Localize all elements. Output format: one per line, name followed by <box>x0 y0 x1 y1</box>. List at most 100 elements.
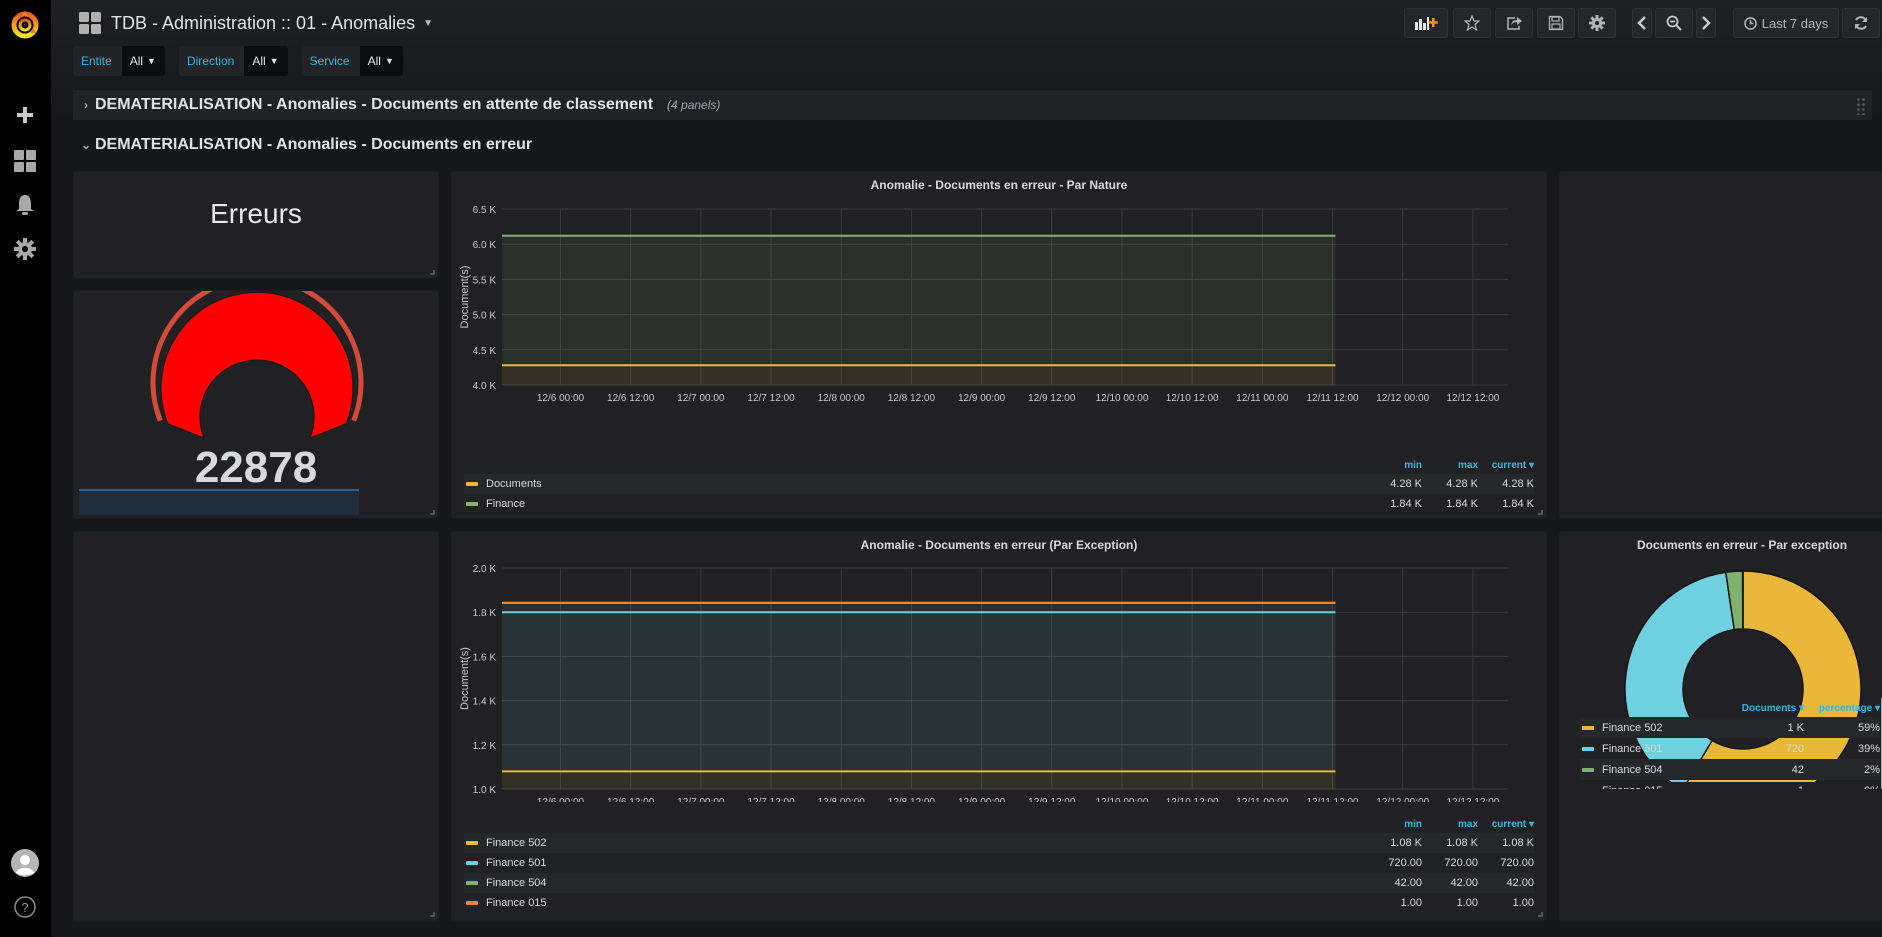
add-panel-icon <box>1415 17 1438 30</box>
avatar[interactable] <box>10 848 40 878</box>
y-tick-label: 1.6 K <box>473 652 497 663</box>
row-header-attente-classement[interactable]: › DEMATERIALISATION - Anomalies - Docume… <box>73 90 1872 120</box>
variable-dropdown[interactable]: All ▼ <box>244 46 288 76</box>
series-current: 720.00 <box>1500 857 1534 869</box>
variable-dropdown[interactable]: All ▼ <box>359 46 403 76</box>
empty-panel <box>73 531 439 921</box>
gauge-panel: Erreurs 22878 <box>73 290 439 519</box>
settings-button[interactable] <box>1578 8 1616 38</box>
legend-column-percentage[interactable]: percentage ▾ <box>1804 703 1880 714</box>
variable-dropdown[interactable]: All ▼ <box>121 46 165 76</box>
legend-item[interactable]: Documents 4.28 K 4.28 K 4.28 K <box>464 474 1534 494</box>
dashboard-picker[interactable]: TDB - Administration :: 01 - Anomalies ▼ <box>79 12 433 34</box>
legend-column-min[interactable]: min <box>1366 819 1422 830</box>
template-variables: Entite All ▼ Direction All ▼ Service All ▼ <box>73 46 403 76</box>
series-color-swatch <box>1582 788 1594 789</box>
resize-handle[interactable] <box>430 270 435 275</box>
share-icon <box>1507 17 1522 30</box>
series-documents: 1 <box>1728 785 1804 790</box>
series-color-swatch[interactable] <box>466 861 478 865</box>
graph-panel-par-nature: Anomalie - Documents en erreur - Par Nat… <box>451 171 1547 519</box>
legend-column-min[interactable]: min <box>1366 460 1422 471</box>
gauge-value-arc <box>160 291 354 440</box>
series-name[interactable]: Finance 502 <box>1602 722 1728 734</box>
series-name[interactable]: Finance 501 <box>486 857 1366 869</box>
legend-header: min max current ▾ <box>464 456 1534 474</box>
bell-icon[interactable] <box>10 190 40 220</box>
resize-handle[interactable] <box>1538 510 1543 515</box>
refresh-icon <box>1855 16 1867 30</box>
x-tick-label: 12/8 12:00 <box>888 797 936 802</box>
series-name[interactable]: Finance 501 <box>1602 743 1728 755</box>
row-header-en-erreur[interactable]: ⌄ DEMATERIALISATION - Anomalies - Docume… <box>73 130 1872 160</box>
series-current: 1.84 K <box>1502 498 1534 510</box>
legend-item[interactable]: Finance 015 1.00 1.00 1.00 <box>464 893 1534 913</box>
series-name[interactable]: Finance 504 <box>486 877 1366 889</box>
series-max: 42.00 <box>1450 877 1478 889</box>
plus-icon[interactable] <box>10 100 40 130</box>
graph-par-nature[interactable]: 4.0 K 4.5 K 5.0 K 5.5 K 6.0 K 6.5 K 12/6 00:00… <box>452 172 1548 432</box>
graph-par-exception[interactable]: 1.0 K 1.2 K 1.4 K 1.6 K 1.8 K 2.0 K 12/6 00:00… <box>452 532 1548 802</box>
empty-panel <box>1559 171 1882 519</box>
series-color-swatch[interactable] <box>466 502 478 506</box>
legend-item[interactable]: Finance 504 42.00 42.00 42.00 <box>464 873 1534 893</box>
x-tick-label: 12/6 12:00 <box>607 393 655 404</box>
series-current: 4.28 K <box>1502 478 1534 490</box>
time-back-button[interactable] <box>1632 8 1652 38</box>
caret-down-icon: ▼ <box>384 56 394 66</box>
drag-handle-icon[interactable] <box>1856 97 1866 115</box>
save-button[interactable] <box>1537 8 1575 38</box>
series-max: 1.08 K <box>1446 837 1478 849</box>
legend-item[interactable]: Finance 502 1 K 59% <box>1580 717 1880 738</box>
y-tick-label: 5.5 K <box>473 275 497 286</box>
legend-item[interactable]: Finance 501 720 39% <box>1580 738 1880 759</box>
time-forward-button[interactable] <box>1696 8 1716 38</box>
zoom-out-button[interactable] <box>1655 8 1693 38</box>
series-percentage: 0% <box>1804 785 1880 790</box>
share-button[interactable] <box>1495 8 1533 38</box>
series-name[interactable]: Finance 502 <box>486 837 1366 849</box>
series-color-swatch[interactable] <box>466 841 478 845</box>
add-panel-button[interactable] <box>1404 8 1448 38</box>
legend-column-max[interactable]: max <box>1422 460 1478 471</box>
series-name[interactable]: Finance 504 <box>1602 764 1728 776</box>
time-picker-button[interactable]: Last 7 days <box>1733 8 1839 38</box>
pie-legend: Documents ▾ percentage ▾ Finance 502 1 K 59%… <box>1580 699 1880 789</box>
legend-column-current[interactable]: current ▾ <box>1478 460 1534 471</box>
series-color-swatch[interactable] <box>466 901 478 905</box>
legend-column-max[interactable]: max <box>1422 819 1478 830</box>
gear-icon[interactable] <box>10 234 40 264</box>
grafana-logo[interactable] <box>8 8 42 42</box>
x-tick-label: 12/10 12:00 <box>1166 393 1219 404</box>
x-tick-label: 12/11 00:00 <box>1236 797 1289 802</box>
legend-column-documents[interactable]: Documents ▾ <box>1728 703 1804 714</box>
series-name[interactable]: Finance 015 <box>1602 785 1728 790</box>
legend-rows: Finance 502 1.08 K 1.08 K 1.08 K Finance 501… <box>464 833 1534 913</box>
legend-item[interactable]: Finance 502 1.08 K 1.08 K 1.08 K <box>464 833 1534 853</box>
series-current: 42.00 <box>1506 877 1534 889</box>
refresh-button[interactable] <box>1842 8 1880 38</box>
legend-column-current[interactable]: current ▾ <box>1478 819 1534 830</box>
legend-item[interactable]: Finance 501 720.00 720.00 720.00 <box>464 853 1534 873</box>
resize-handle[interactable] <box>430 912 435 917</box>
legend-item[interactable]: Finance 504 42 2% <box>1580 759 1880 780</box>
series-name[interactable]: Finance 015 <box>486 897 1366 909</box>
series-current: 1.00 <box>1512 897 1534 909</box>
series-max: 4.28 K <box>1446 478 1478 490</box>
pie-panel: Documents en erreur - Par exception Docu… <box>1559 531 1882 921</box>
help-icon[interactable]: ? <box>10 892 40 922</box>
legend-item[interactable]: Finance 1.84 K 1.84 K 1.84 K <box>464 494 1534 514</box>
clock-icon <box>1743 16 1757 30</box>
dashboard-title: TDB - Administration :: 01 - Anomalies <box>111 12 416 33</box>
gauge-sparkline-fill <box>79 490 359 515</box>
save-icon <box>1548 15 1564 31</box>
resize-handle[interactable] <box>1538 912 1543 917</box>
series-color-swatch[interactable] <box>466 482 478 486</box>
star-button[interactable] <box>1453 8 1491 38</box>
series-name[interactable]: Documents <box>486 478 1366 490</box>
series-name[interactable]: Finance <box>486 498 1366 510</box>
legend-item[interactable]: Finance 01510% <box>1580 780 1880 789</box>
dashboards-icon[interactable] <box>10 146 40 176</box>
resize-handle[interactable] <box>430 510 435 515</box>
series-color-swatch[interactable] <box>466 881 478 885</box>
